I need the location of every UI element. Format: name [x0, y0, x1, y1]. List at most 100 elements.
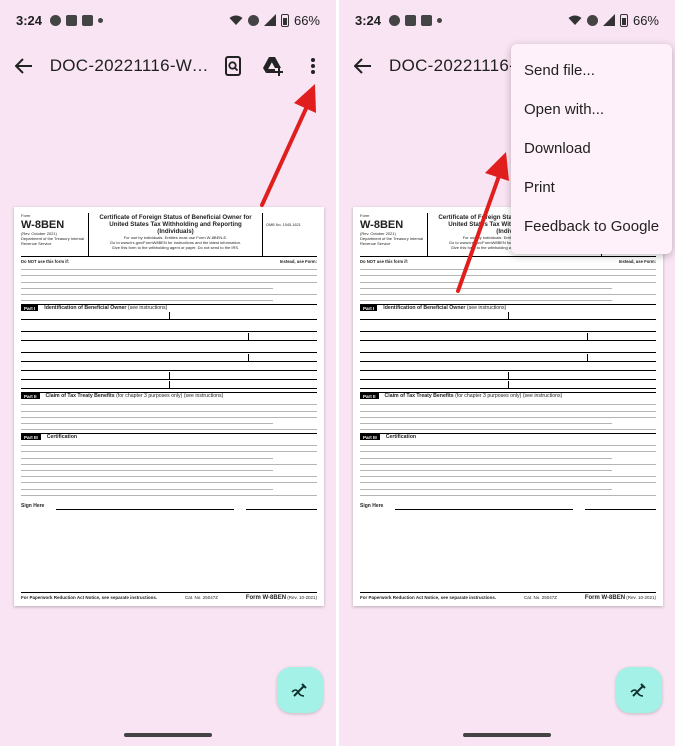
battery-icon [619, 13, 628, 27]
part-1-title: Identification of Beneficial Owner [44, 305, 127, 312]
footer-notice: For Paperwork Reduction Act Notice, see … [360, 595, 497, 600]
footer-form: Form W-8BEN [245, 595, 287, 601]
menu-item-print[interactable]: Print [511, 168, 672, 207]
part-1-header: Part I Identification of Beneficial Owne… [360, 304, 656, 312]
hotspot-icon [247, 14, 259, 26]
pen-icon [630, 683, 646, 697]
part-1-title: Identification of Beneficial Owner [383, 305, 466, 312]
overflow-menu: Send file... Open with... Download Print… [511, 44, 672, 254]
footer-cat: Cat. No. 25047Z [184, 595, 218, 600]
form-footer: For Paperwork Reduction Act Notice, see … [21, 592, 317, 601]
back-arrow-icon [14, 58, 32, 74]
instead-heading: Instead, use Form: [618, 259, 656, 264]
signature-line[interactable] [395, 502, 573, 510]
app-bar: DOC-20221116-WA0001.pdf [0, 44, 336, 88]
part-1-note: (see instructions) [127, 305, 168, 312]
part-2-title: Claim of Tax Treaty Benefits [45, 393, 115, 400]
back-button[interactable] [347, 50, 379, 82]
whatsapp-icon [66, 14, 78, 26]
add-to-drive-button[interactable] [258, 51, 288, 81]
footer-rev: (Rev. 10-2021) [626, 595, 656, 600]
omb-number: OMB No. 1545-1621 [262, 213, 317, 256]
part-1-tag: Part I [360, 305, 378, 312]
part-3-header: Part III Certification [360, 433, 656, 441]
sign-here-label: Sign Here [21, 502, 45, 509]
notification-icon [82, 14, 94, 26]
form-footer: For Paperwork Reduction Act Notice, see … [360, 592, 656, 601]
more-notifications-icon [437, 17, 443, 23]
wifi-icon [568, 15, 582, 25]
pdf-page[interactable]: Form W-8BEN (Rev. October 2021) Departme… [14, 207, 324, 606]
part-3-tag: Part III [360, 434, 380, 441]
date-line[interactable] [245, 502, 317, 510]
gesture-nav-bar[interactable] [463, 733, 551, 737]
footer-rev: (Rev. 10-2021) [287, 595, 317, 600]
more-notifications-icon [98, 17, 104, 23]
footer-notice: For Paperwork Reduction Act Notice, see … [21, 595, 158, 600]
battery-level: 66% [293, 12, 320, 28]
pen-icon [291, 683, 307, 697]
menu-item-feedback[interactable]: Feedback to Google [511, 207, 672, 246]
sign-here-label: Sign Here [360, 502, 384, 509]
part-2-header: Part II Claim of Tax Treaty Benefits (fo… [21, 392, 317, 400]
part-3-tag: Part III [21, 434, 41, 441]
status-time: 3:24 [355, 12, 382, 28]
part-3-title: Certification [46, 434, 78, 441]
form-number: W-8BEN [21, 219, 65, 231]
menu-item-send-file[interactable]: Send file... [511, 51, 672, 90]
part-2-note: (for chapter 3 purposes only) (see instr… [116, 393, 224, 400]
status-time: 3:24 [16, 12, 43, 28]
footer-form: Form W-8BEN [584, 595, 626, 601]
back-arrow-icon [354, 58, 371, 74]
hotspot-icon [586, 14, 598, 26]
form-header: Form W-8BEN (Rev. October 2021) Departme… [21, 213, 317, 257]
sign-here-row: Sign Here [21, 502, 317, 510]
gesture-nav-bar[interactable] [124, 733, 212, 737]
form-title: Certificate of Foreign Status of Benefic… [99, 214, 252, 235]
form-department: Department of the Treasury Internal Reve… [21, 236, 85, 246]
form-subtitle-3: Give this form to the withholding agent … [111, 245, 240, 250]
notification-icon [421, 14, 433, 26]
annotate-button[interactable] [616, 667, 662, 713]
battery-icon [280, 13, 289, 27]
gmail-icon [389, 14, 401, 26]
form-number: W-8BEN [360, 219, 404, 231]
not-use-heading: Do NOT use this form if: [360, 259, 409, 264]
footer-cat: Cat. No. 25047Z [523, 595, 557, 600]
part-3-header: Part III Certification [21, 433, 317, 441]
annotate-button[interactable] [277, 667, 323, 713]
sign-here-row: Sign Here [360, 502, 656, 510]
signature-line[interactable] [56, 502, 234, 510]
part-2-note: (for chapter 3 purposes only) (see instr… [455, 393, 563, 400]
pdf-page[interactable]: Form W-8BEN (Rev. October 2021) Departme… [353, 207, 663, 606]
part-2-tag: Part II [21, 393, 40, 400]
signal-icon [263, 14, 276, 26]
part-2-title: Claim of Tax Treaty Benefits [384, 393, 454, 400]
whatsapp-icon [405, 14, 417, 26]
back-button[interactable] [8, 50, 40, 82]
part-2-header: Part II Claim of Tax Treaty Benefits (fo… [360, 392, 656, 400]
add-to-drive-icon [263, 57, 283, 76]
status-bar: 3:24 66% [0, 0, 336, 40]
more-vert-icon [311, 58, 315, 74]
part-3-title: Certification [385, 434, 417, 441]
gmail-icon [50, 14, 62, 26]
instead-heading: Instead, use Form: [279, 259, 317, 264]
more-options-button[interactable] [298, 51, 328, 81]
find-in-page-button[interactable] [218, 51, 248, 81]
menu-item-open-with[interactable]: Open with... [511, 90, 672, 129]
document-title: DOC-20221116-WA0001.pdf [49, 56, 218, 75]
screen-right: 3:24 66% DOC-20221116-WA0001.pdf Form W-… [339, 0, 675, 746]
form-label: Form [21, 213, 31, 218]
battery-level: 66% [632, 12, 659, 28]
signal-icon [602, 14, 615, 26]
part-1-tag: Part I [21, 305, 39, 312]
wifi-icon [229, 15, 243, 25]
screen-left: 3:24 66% DOC-20221116-WA0001.pdf [0, 0, 336, 746]
date-line[interactable] [584, 502, 656, 510]
part-1-header: Part I Identification of Beneficial Owne… [21, 304, 317, 312]
find-in-page-icon [225, 56, 241, 76]
part-1-note: (see instructions) [466, 305, 507, 312]
part-2-tag: Part II [360, 393, 379, 400]
menu-item-download[interactable]: Download [511, 129, 672, 168]
